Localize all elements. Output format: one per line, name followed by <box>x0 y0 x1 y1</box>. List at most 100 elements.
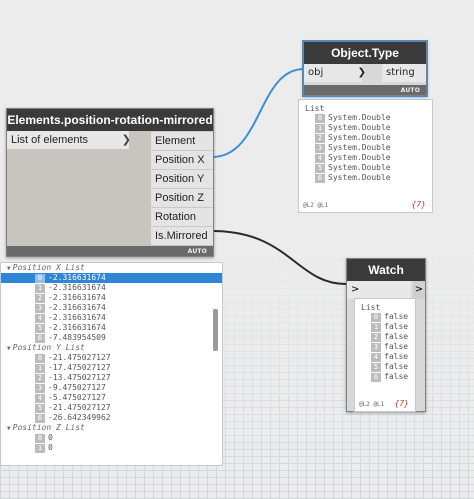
list-item[interactable]: 5 false <box>355 362 415 372</box>
wire-mirrored-to-watch <box>211 230 347 285</box>
list-index: 4 <box>35 394 45 403</box>
list-item[interactable]: 6 false <box>355 372 415 382</box>
list-item[interactable]: 0 -2.316631674 <box>1 273 222 283</box>
list-value: -2.316631674 <box>48 293 106 302</box>
list-item[interactable]: 0 -21.475027127 <box>1 353 222 363</box>
list-index: 3 <box>35 384 45 393</box>
node-title: Watch <box>347 259 425 281</box>
list-index: 1 <box>35 444 45 453</box>
watch-rows: 0 false 1 false 2 false 3 false 4 false 5 false 6 fal… <box>355 312 415 382</box>
list-item[interactable]: 3 false <box>355 342 415 352</box>
output-port-rotation[interactable]: Rotation <box>151 207 213 226</box>
list-item[interactable]: 2 System.Double <box>299 133 432 143</box>
list-index: 5 <box>35 324 45 333</box>
list-levels: @L2 @L1 <box>359 401 385 408</box>
list-item[interactable]: 1 System.Double <box>299 123 432 133</box>
list-value: false <box>384 322 409 331</box>
watch-footer: @L2 @L1 {7} <box>359 399 411 408</box>
output-port-position-y[interactable]: Position Y <box>151 169 213 188</box>
list-item[interactable]: 0 System.Double <box>299 113 432 123</box>
list-item[interactable]: 5 -2.316631674 <box>1 323 222 333</box>
list-item[interactable]: 4 false <box>355 352 415 362</box>
list-item[interactable]: 6 -7.483954509 <box>1 333 222 343</box>
list-value: false <box>384 372 409 381</box>
list-item[interactable]: 4 -5.475027127 <box>1 393 222 403</box>
list-item[interactable]: 1 false <box>355 322 415 332</box>
list-item[interactable]: 10 <box>1 443 222 453</box>
position-x-rows: 0 -2.316631674 1 -2.316631674 2 -2.316631674 3… <box>1 273 222 343</box>
wire-position-x-to-obj <box>211 68 305 158</box>
list-item[interactable]: 3 -2.316631674 <box>1 303 222 313</box>
list-item[interactable]: 5 -21.475027127 <box>1 403 222 413</box>
list-index: 2 <box>35 374 45 383</box>
list-index: 4 <box>35 314 45 323</box>
list-index: 6 <box>35 414 45 423</box>
object-type-preview[interactable]: List 0 System.Double 1 System.Double 2 System… <box>298 99 433 213</box>
output-port-string[interactable]: string <box>382 64 426 82</box>
list-item[interactable]: 2 false <box>355 332 415 342</box>
triangle-down-icon: ▼ <box>7 425 11 432</box>
elements-preview[interactable]: ▼ Position X List 0 -2.316631674 1 -2.316631… <box>0 262 223 466</box>
list-value: System.Double <box>328 123 391 132</box>
output-port-position-x[interactable]: Position X <box>151 150 213 169</box>
list-value: 0 <box>48 433 53 442</box>
list-item[interactable]: 5 System.Double <box>299 163 432 173</box>
list-index: 0 <box>35 434 45 443</box>
list-index: 5 <box>35 404 45 413</box>
position-y-rows: 0 -21.475027127 1 -17.475027127 2 -13.4750271… <box>1 353 222 423</box>
list-index: 3 <box>35 304 45 313</box>
list-index: 3 <box>371 343 381 352</box>
list-item[interactable]: 1 -2.316631674 <box>1 283 222 293</box>
node-canvas[interactable]: Elements.position-rotation-mirrored List… <box>0 0 474 499</box>
list-item[interactable]: 2 -2.316631674 <box>1 293 222 303</box>
input-port-list-of-elements[interactable]: List of elements ❯ <box>7 131 131 149</box>
list-value: -7.483954509 <box>48 333 106 342</box>
port-label: List of elements <box>11 134 89 146</box>
output-port-watch[interactable]: > <box>413 281 425 299</box>
output-port-position-z[interactable]: Position Z <box>151 188 213 207</box>
list-value: -5.475027127 <box>48 393 106 402</box>
list-header: List <box>305 104 325 113</box>
chevron-right-icon: ❯ <box>121 134 131 146</box>
list-item[interactable]: 1 -17.475027127 <box>1 363 222 373</box>
list-index: 0 <box>35 354 45 363</box>
list-value: -2.316631674 <box>48 283 106 292</box>
list-value: false <box>384 352 409 361</box>
list-item[interactable]: 3 System.Double <box>299 143 432 153</box>
lacing-badge: AUTO <box>400 87 420 94</box>
output-port-element[interactable]: Element <box>151 131 213 150</box>
list-index: 6 <box>371 373 381 382</box>
list-item[interactable]: 00 <box>1 433 222 443</box>
node-title: Elements.position-rotation-mirrored <box>7 109 213 131</box>
list-item[interactable]: 4 -2.316631674 <box>1 313 222 323</box>
input-port-watch[interactable]: > <box>347 281 411 299</box>
list-index: 1 <box>371 323 381 332</box>
item-count: {7} <box>394 399 409 408</box>
list-index: 1 <box>35 284 45 293</box>
list-item[interactable]: 6 System.Double <box>299 173 432 183</box>
list-item[interactable]: 4 System.Double <box>299 153 432 163</box>
input-port-obj[interactable]: obj ❯ <box>304 64 366 82</box>
output-port-is-mirrored[interactable]: Is.Mirrored <box>151 226 213 245</box>
scrollbar-thumb[interactable] <box>213 309 218 351</box>
watch-list[interactable]: List 0 false 1 false 2 false 3 false 4 false 5 fals… <box>354 298 416 412</box>
triangle-down-icon: ▼ <box>7 345 11 352</box>
list-item[interactable]: 3 -9.475027127 <box>1 383 222 393</box>
list-item[interactable]: 2 -13.475027127 <box>1 373 222 383</box>
list-index: 3 <box>315 144 325 153</box>
list-value: System.Double <box>328 153 391 162</box>
list-value: -2.316631674 <box>48 303 106 312</box>
chevron-right-icon: ❯ <box>357 67 366 78</box>
list-index: 2 <box>315 134 325 143</box>
list-value: System.Double <box>328 173 391 182</box>
list-index: 6 <box>35 334 45 343</box>
node-footer <box>7 246 213 256</box>
list-index: 0 <box>371 313 381 322</box>
list-item[interactable]: 6 -26.642349962 <box>1 413 222 423</box>
list-levels: @L2 @L1 <box>303 202 329 209</box>
elements-position-node[interactable]: Elements.position-rotation-mirrored List… <box>6 108 214 257</box>
object-type-node[interactable]: Object.Type obj ❯ string AUTO <box>302 40 428 97</box>
list-item[interactable]: 0 false <box>355 312 415 322</box>
lacing-badge: AUTO <box>187 248 207 255</box>
item-count: {7} <box>411 200 426 209</box>
